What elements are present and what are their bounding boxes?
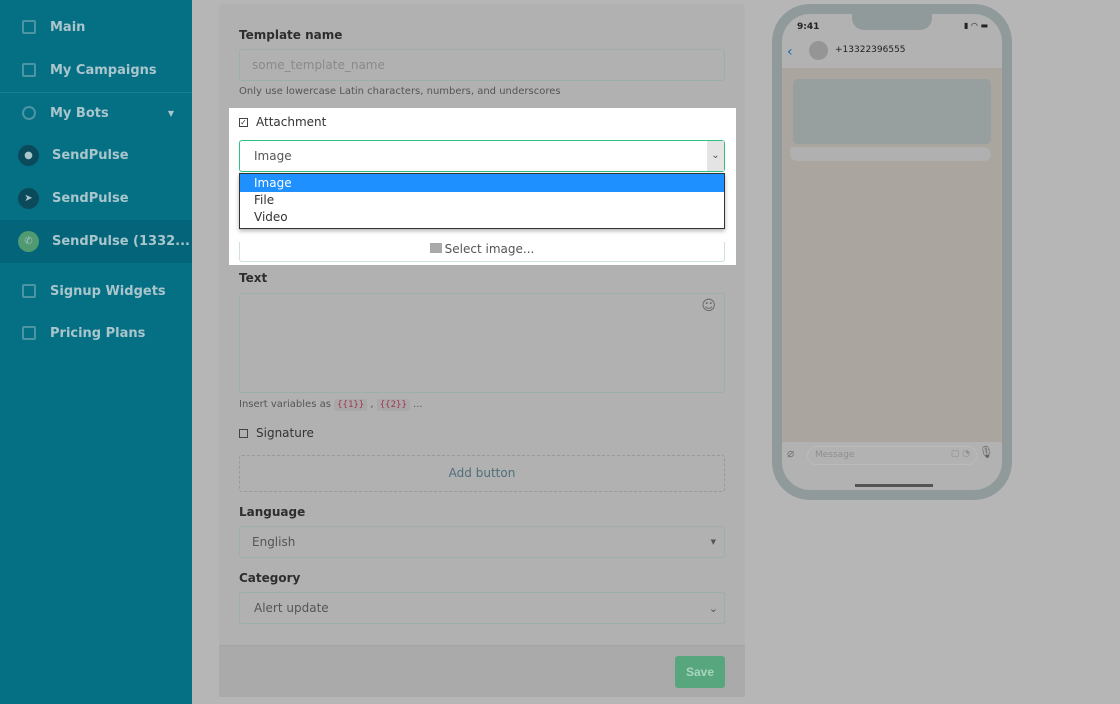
contact-number: +13322396555 [835,45,906,55]
option-video[interactable]: Video [240,210,724,228]
category-value: Alert update [254,601,329,615]
hint-ellipsis: ... [413,399,423,410]
signature-checkbox[interactable]: Signature [239,426,314,440]
save-button[interactable]: Save [675,656,725,688]
attachment-type-select[interactable]: Image ⌄ [239,140,725,172]
variable-code: {{2}} [376,399,410,411]
campaign-icon [22,63,36,77]
attachment-section: ✓ Attachment Image ⌄ Select image... Image… [229,108,736,265]
attachment-checkbox[interactable]: ✓ Attachment [239,115,326,129]
text-textarea[interactable]: ☺ [239,293,725,393]
sidebar-item-label: Main [50,19,86,35]
phone-time: 9:41 [797,22,820,32]
caret-down-icon: ▼ [710,538,716,546]
sidebar-item-pricing-plans[interactable]: Pricing Plans [0,312,192,354]
message-input: Message ▢ ◔ [807,446,977,465]
add-button[interactable]: Add button [239,455,725,492]
checkbox-unchecked-icon [239,429,248,438]
select-image-button[interactable]: Select image... [239,242,725,262]
sidebar-item-label: SendPulse [52,147,129,163]
checkbox-checked-icon: ✓ [239,118,248,127]
microphone-icon: 🎙 [978,445,994,459]
whatsapp-icon: ✆ [18,231,39,252]
template-name-input[interactable]: some_template_name [239,49,725,81]
sliders-icon [22,20,36,34]
attach-icon: ⌀ [787,446,795,460]
sidebar-item-my-campaigns[interactable]: My Campaigns [0,49,192,91]
template-form: Template name some_template_name Only us… [219,4,745,697]
text-label: Text [239,271,268,285]
language-value: English [252,535,296,549]
wallet-icon [22,326,36,340]
sidebar-item-label: SendPulse (1332... [52,234,190,249]
contact-avatar [809,41,828,60]
select-image-label: Select image... [444,242,535,256]
sidebar: Main My Campaigns My Bots ▼ ● SendPulse ➤ S… [0,0,192,704]
message-bubble [790,147,991,161]
phone-screen: 9:41 ▮ ◠ ▬ ‹ +13322396555 ⌀ Message ▢ ◔ 🎙 [782,14,1002,490]
option-image[interactable]: Image [240,174,724,192]
category-select[interactable]: Alert update ⌄ [239,592,725,624]
attachment-label: Attachment [256,115,327,129]
sidebar-bot-whatsapp[interactable]: ✆ SendPulse (1332... [0,220,192,263]
home-indicator [855,484,933,487]
caret-down-icon: ▼ [167,108,174,118]
sidebar-item-my-bots[interactable]: My Bots ▼ [0,92,192,134]
form-footer: Save [219,645,745,697]
bot-icon [22,106,36,120]
attachment-type-value: Image [254,149,292,163]
signature-label: Signature [256,426,314,440]
sidebar-item-main[interactable]: Main [0,6,192,48]
hint-text: Insert variables as [239,399,331,410]
chevron-down-icon[interactable]: ⌄ [707,141,724,171]
status-icons: ▮ ◠ ▬ [963,21,988,30]
chat-area [782,68,1002,442]
widget-icon [22,284,36,298]
language-select[interactable]: English ▼ [239,526,725,558]
back-icon: ‹ [787,44,793,60]
variables-hint: Insert variables as {{1}} , {{2}} ... [239,399,423,411]
telegram-icon: ➤ [18,187,39,209]
category-label: Category [239,571,301,585]
sidebar-item-label: SendPulse [52,190,129,206]
sticker-icon: ▢ ◔ [950,449,970,459]
image-icon [429,243,442,253]
template-name-label: Template name [239,28,343,42]
chevron-down-icon: ⌄ [708,601,718,615]
language-label: Language [239,505,306,519]
sidebar-bot-telegram[interactable]: ➤ SendPulse [0,177,192,219]
variable-code: {{1}} [334,399,368,411]
sidebar-item-signup-widgets[interactable]: Signup Widgets [0,270,192,312]
sidebar-item-label: Signup Widgets [50,283,166,299]
option-file[interactable]: File [240,192,724,210]
phone-preview: 9:41 ▮ ◠ ▬ ‹ +13322396555 ⌀ Message ▢ ◔ 🎙 [772,4,1012,500]
message-placeholder: Message [815,450,855,460]
phone-notch [852,14,932,30]
sidebar-item-label: My Bots [50,105,109,121]
sidebar-item-label: My Campaigns [50,62,157,78]
image-placeholder [793,79,991,144]
sidebar-item-label: Pricing Plans [50,325,146,341]
sidebar-bot-messenger[interactable]: ● SendPulse [0,134,192,176]
emoji-icon[interactable]: ☺ [701,298,716,314]
template-name-hint: Only use lowercase Latin characters, num… [239,86,561,97]
attachment-type-dropdown: Image File Video [239,173,725,229]
messenger-icon: ● [18,144,39,166]
